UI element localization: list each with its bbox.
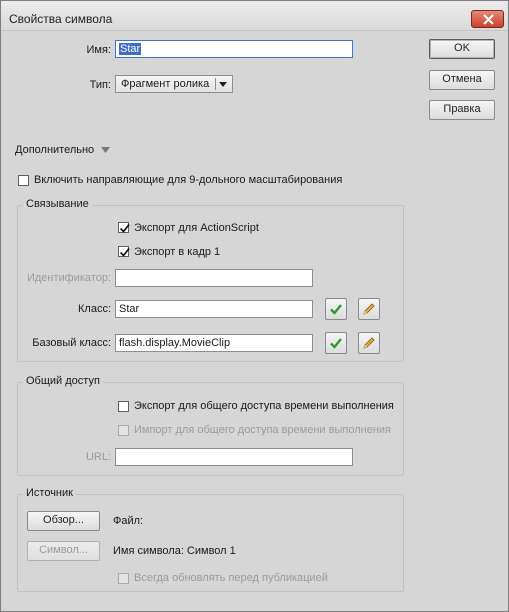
file-label: Файл: bbox=[113, 515, 144, 527]
identifier-field[interactable] bbox=[115, 269, 313, 287]
base-class-field[interactable]: flash.display.MovieClip bbox=[115, 334, 313, 352]
edit-button[interactable]: Правка bbox=[429, 100, 495, 120]
class-field[interactable]: Star bbox=[115, 300, 313, 318]
base-class-label: Базовый класс: bbox=[32, 337, 111, 349]
pencil-icon bbox=[363, 337, 375, 349]
type-dropdown[interactable]: Фрагмент ролика bbox=[115, 75, 233, 93]
dropdown-separator bbox=[215, 78, 216, 90]
validate-class-button[interactable] bbox=[325, 298, 347, 320]
import-runtime-checkbox bbox=[118, 425, 129, 436]
class-label: Класс: bbox=[78, 303, 111, 315]
export-runtime-checkbox[interactable] bbox=[118, 401, 129, 412]
edit-class-button[interactable] bbox=[358, 298, 380, 320]
advanced-toggle[interactable]: Дополнительно bbox=[15, 144, 111, 158]
scale9-checkbox[interactable] bbox=[18, 175, 29, 186]
dialog-title: Свойства символа bbox=[9, 12, 113, 26]
validate-base-class-button[interactable] bbox=[325, 332, 347, 354]
check-icon bbox=[119, 248, 130, 257]
name-field[interactable]: Star bbox=[115, 40, 353, 58]
ok-button[interactable]: OK bbox=[429, 39, 495, 59]
name-label: Имя: bbox=[86, 44, 111, 56]
name-value: Star bbox=[119, 43, 142, 55]
import-runtime-label: Импорт для общего доступа времени выполн… bbox=[134, 424, 392, 436]
linkage-title: Связывание bbox=[23, 198, 92, 210]
always-update-label: Всегда обновлять перед публикацией bbox=[134, 572, 328, 584]
type-value: Фрагмент ролика bbox=[121, 78, 210, 90]
always-update-checkbox bbox=[118, 573, 129, 584]
check-icon bbox=[119, 224, 130, 233]
title-bar: Свойства символа bbox=[1, 1, 508, 31]
symbol-properties-dialog: Свойства символа Имя: Star Тип: Фрагмент… bbox=[0, 0, 509, 612]
close-button[interactable] bbox=[471, 10, 504, 28]
close-icon bbox=[483, 14, 494, 25]
scale9-label: Включить направляющие для 9-дольного мас… bbox=[34, 174, 343, 186]
browse-button[interactable]: Обзор... bbox=[27, 511, 100, 531]
symbol-button: Символ... bbox=[27, 541, 100, 561]
source-title: Источник bbox=[23, 487, 76, 499]
advanced-label: Дополнительно bbox=[15, 144, 95, 156]
edit-base-class-button[interactable] bbox=[358, 332, 380, 354]
export-actionscript-checkbox[interactable] bbox=[118, 222, 130, 233]
symbol-name-text: Имя символа: Символ 1 bbox=[113, 545, 236, 557]
export-runtime-label: Экспорт для общего доступа времени выпол… bbox=[134, 400, 394, 412]
export-actionscript-label: Экспорт для ActionScript bbox=[134, 222, 259, 234]
url-field[interactable] bbox=[115, 448, 353, 466]
checkmark-icon bbox=[330, 338, 342, 349]
chevron-down-icon bbox=[219, 82, 227, 87]
type-label: Тип: bbox=[89, 79, 111, 91]
sharing-title: Общий доступ bbox=[23, 375, 103, 387]
triangle-down-icon bbox=[101, 147, 111, 154]
export-frame1-label: Экспорт в кадр 1 bbox=[134, 246, 221, 258]
export-frame1-checkbox[interactable] bbox=[118, 246, 130, 257]
pencil-icon bbox=[363, 303, 375, 315]
identifier-label: Идентификатор: bbox=[26, 272, 111, 284]
checkmark-icon bbox=[330, 304, 342, 315]
cancel-button[interactable]: Отмена bbox=[429, 70, 495, 90]
url-label: URL: bbox=[85, 451, 111, 463]
